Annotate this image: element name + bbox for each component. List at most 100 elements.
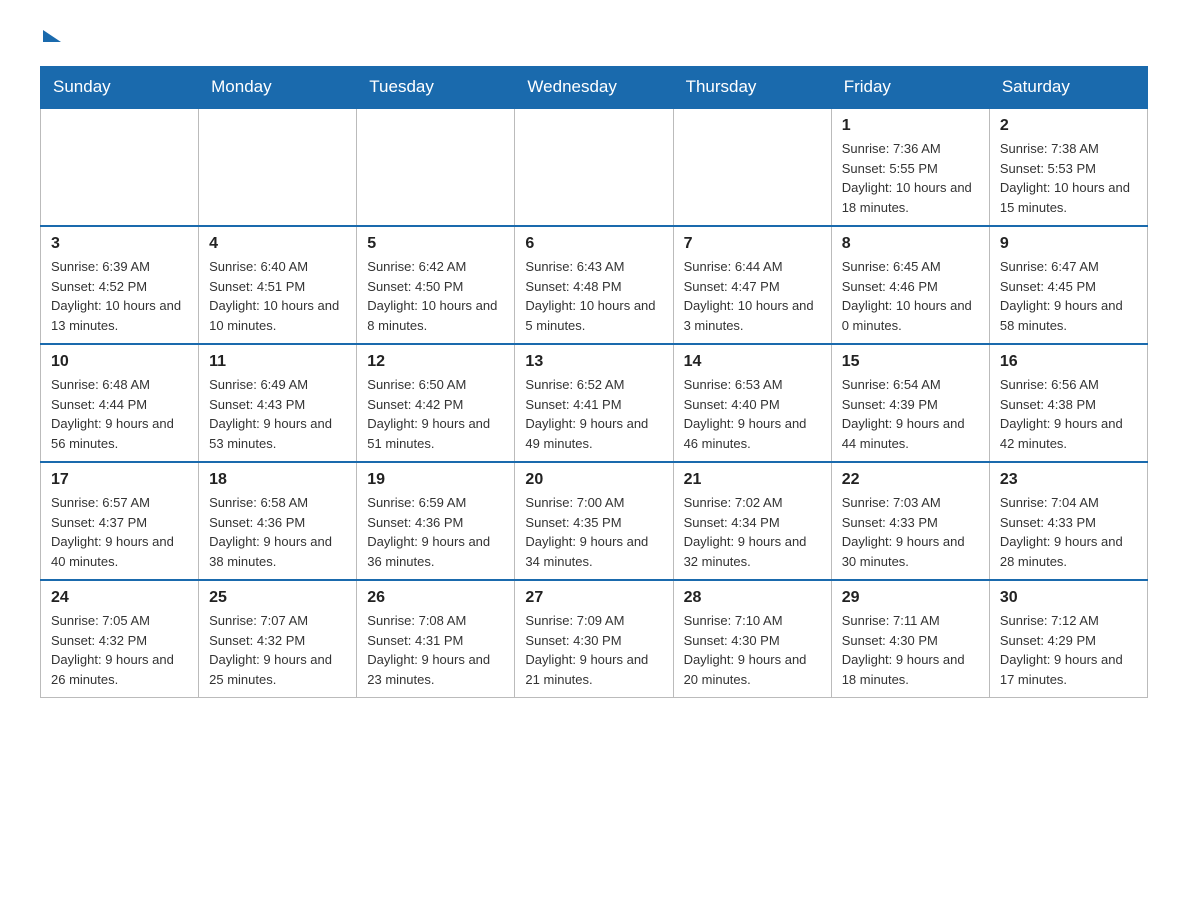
day-number: 19 [367, 471, 504, 489]
day-info: Sunrise: 6:57 AMSunset: 4:37 PMDaylight:… [51, 493, 188, 571]
calendar-header-thursday: Thursday [673, 67, 831, 109]
calendar-cell: 15Sunrise: 6:54 AMSunset: 4:39 PMDayligh… [831, 344, 989, 462]
day-info: Sunrise: 6:45 AMSunset: 4:46 PMDaylight:… [842, 257, 979, 335]
day-number: 2 [1000, 117, 1137, 135]
calendar-cell [515, 108, 673, 226]
day-info: Sunrise: 6:42 AMSunset: 4:50 PMDaylight:… [367, 257, 504, 335]
day-number: 11 [209, 353, 346, 371]
day-info: Sunrise: 6:49 AMSunset: 4:43 PMDaylight:… [209, 375, 346, 453]
calendar-cell: 24 Sunrise: 7:05 AMSunset: 4:32 PMDayligh… [41, 580, 199, 698]
logo-arrow-icon [43, 30, 61, 42]
day-info: Sunrise: 6:53 AMSunset: 4:40 PMDaylight:… [684, 375, 821, 453]
day-info: Sunrise: 6:52 AMSunset: 4:41 PMDaylight:… [525, 375, 662, 453]
day-info: Sunrise: 7:38 AMSunset: 5:53 PMDaylight:… [1000, 139, 1137, 217]
day-number: 21 [684, 471, 821, 489]
calendar-cell: 3 Sunrise: 6:39 AMSunset: 4:52 PMDaylight… [41, 226, 199, 344]
day-info: Sunrise: 6:56 AMSunset: 4:38 PMDaylight:… [1000, 375, 1137, 453]
day-number: 16 [1000, 353, 1137, 371]
day-number: 10 [51, 353, 188, 371]
day-number: 28 [684, 589, 821, 607]
calendar-cell: 23 Sunrise: 7:04 AMSunset: 4:33 PMDayligh… [989, 462, 1147, 580]
calendar-cell: 19 Sunrise: 6:59 AMSunset: 4:36 PMDayligh… [357, 462, 515, 580]
day-info: Sunrise: 7:36 AMSunset: 5:55 PMDaylight:… [842, 139, 979, 217]
day-info: Sunrise: 7:04 AMSunset: 4:33 PMDaylight:… [1000, 493, 1137, 571]
calendar-table: SundayMondayTuesdayWednesdayThursdayFrid… [40, 66, 1148, 698]
logo [40, 30, 61, 46]
day-info: Sunrise: 6:43 AMSunset: 4:48 PMDaylight:… [525, 257, 662, 335]
day-info: Sunrise: 6:50 AMSunset: 4:42 PMDaylight:… [367, 375, 504, 453]
calendar-cell: 9 Sunrise: 6:47 AMSunset: 4:45 PMDaylight… [989, 226, 1147, 344]
calendar-cell: 1 Sunrise: 7:36 AMSunset: 5:55 PMDaylight… [831, 108, 989, 226]
week-row-1: 1 Sunrise: 7:36 AMSunset: 5:55 PMDaylight… [41, 108, 1148, 226]
day-number: 24 [51, 589, 188, 607]
calendar-cell: 30 Sunrise: 7:12 AMSunset: 4:29 PMDayligh… [989, 580, 1147, 698]
day-number: 23 [1000, 471, 1137, 489]
calendar-cell: 11 Sunrise: 6:49 AMSunset: 4:43 PMDayligh… [199, 344, 357, 462]
calendar-cell [199, 108, 357, 226]
day-number: 6 [525, 235, 662, 253]
calendar-cell: 8 Sunrise: 6:45 AMSunset: 4:46 PMDaylight… [831, 226, 989, 344]
calendar-cell: 17Sunrise: 6:57 AMSunset: 4:37 PMDayligh… [41, 462, 199, 580]
calendar-cell: 26 Sunrise: 7:08 AMSunset: 4:31 PMDayligh… [357, 580, 515, 698]
day-info: Sunrise: 7:08 AMSunset: 4:31 PMDaylight:… [367, 611, 504, 689]
day-info: Sunrise: 7:12 AMSunset: 4:29 PMDaylight:… [1000, 611, 1137, 689]
calendar-cell: 28 Sunrise: 7:10 AMSunset: 4:30 PMDayligh… [673, 580, 831, 698]
day-info: Sunrise: 7:00 AMSunset: 4:35 PMDaylight:… [525, 493, 662, 571]
calendar-cell: 13 Sunrise: 6:52 AMSunset: 4:41 PMDayligh… [515, 344, 673, 462]
calendar-header-saturday: Saturday [989, 67, 1147, 109]
calendar-header-friday: Friday [831, 67, 989, 109]
day-info: Sunrise: 6:39 AMSunset: 4:52 PMDaylight:… [51, 257, 188, 335]
day-info: Sunrise: 6:58 AMSunset: 4:36 PMDaylight:… [209, 493, 346, 571]
day-number: 18 [209, 471, 346, 489]
header [40, 30, 1148, 46]
calendar-cell: 14 Sunrise: 6:53 AMSunset: 4:40 PMDayligh… [673, 344, 831, 462]
day-info: Sunrise: 7:11 AMSunset: 4:30 PMDaylight:… [842, 611, 979, 689]
day-number: 13 [525, 353, 662, 371]
day-number: 9 [1000, 235, 1137, 253]
week-row-4: 17Sunrise: 6:57 AMSunset: 4:37 PMDayligh… [41, 462, 1148, 580]
day-number: 1 [842, 117, 979, 135]
day-info: Sunrise: 6:54 AMSunset: 4:39 PMDaylight:… [842, 375, 979, 453]
day-number: 12 [367, 353, 504, 371]
calendar-header-row: SundayMondayTuesdayWednesdayThursdayFrid… [41, 67, 1148, 109]
calendar-cell [357, 108, 515, 226]
week-row-2: 3 Sunrise: 6:39 AMSunset: 4:52 PMDaylight… [41, 226, 1148, 344]
calendar-cell: 29 Sunrise: 7:11 AMSunset: 4:30 PMDayligh… [831, 580, 989, 698]
day-info: Sunrise: 6:59 AMSunset: 4:36 PMDaylight:… [367, 493, 504, 571]
calendar-cell: 18 Sunrise: 6:58 AMSunset: 4:36 PMDayligh… [199, 462, 357, 580]
day-number: 29 [842, 589, 979, 607]
calendar-cell: 25Sunrise: 7:07 AMSunset: 4:32 PMDayligh… [199, 580, 357, 698]
calendar-cell: 16 Sunrise: 6:56 AMSunset: 4:38 PMDayligh… [989, 344, 1147, 462]
calendar-cell: 12 Sunrise: 6:50 AMSunset: 4:42 PMDayligh… [357, 344, 515, 462]
day-number: 7 [684, 235, 821, 253]
week-row-5: 24 Sunrise: 7:05 AMSunset: 4:32 PMDayligh… [41, 580, 1148, 698]
day-info: Sunrise: 6:44 AMSunset: 4:47 PMDaylight:… [684, 257, 821, 335]
day-info: Sunrise: 6:40 AMSunset: 4:51 PMDaylight:… [209, 257, 346, 335]
calendar-header-sunday: Sunday [41, 67, 199, 109]
week-row-3: 10 Sunrise: 6:48 AMSunset: 4:44 PMDayligh… [41, 344, 1148, 462]
calendar-cell: 10 Sunrise: 6:48 AMSunset: 4:44 PMDayligh… [41, 344, 199, 462]
day-number: 27 [525, 589, 662, 607]
calendar-cell [673, 108, 831, 226]
day-number: 14 [684, 353, 821, 371]
calendar-cell: 4 Sunrise: 6:40 AMSunset: 4:51 PMDaylight… [199, 226, 357, 344]
calendar-cell: 2 Sunrise: 7:38 AMSunset: 5:53 PMDaylight… [989, 108, 1147, 226]
day-number: 4 [209, 235, 346, 253]
calendar-cell: 22 Sunrise: 7:03 AMSunset: 4:33 PMDayligh… [831, 462, 989, 580]
day-info: Sunrise: 7:10 AMSunset: 4:30 PMDaylight:… [684, 611, 821, 689]
day-info: Sunrise: 6:47 AMSunset: 4:45 PMDaylight:… [1000, 257, 1137, 335]
day-info: Sunrise: 7:05 AMSunset: 4:32 PMDaylight:… [51, 611, 188, 689]
calendar-cell: 21 Sunrise: 7:02 AMSunset: 4:34 PMDayligh… [673, 462, 831, 580]
calendar-header-tuesday: Tuesday [357, 67, 515, 109]
day-info: Sunrise: 7:03 AMSunset: 4:33 PMDaylight:… [842, 493, 979, 571]
day-number: 30 [1000, 589, 1137, 607]
day-number: 5 [367, 235, 504, 253]
day-number: 8 [842, 235, 979, 253]
calendar-cell: 20Sunrise: 7:00 AMSunset: 4:35 PMDayligh… [515, 462, 673, 580]
day-info: Sunrise: 7:02 AMSunset: 4:34 PMDaylight:… [684, 493, 821, 571]
day-info: Sunrise: 6:48 AMSunset: 4:44 PMDaylight:… [51, 375, 188, 453]
day-number: 26 [367, 589, 504, 607]
day-number: 22 [842, 471, 979, 489]
day-info: Sunrise: 7:07 AMSunset: 4:32 PMDaylight:… [209, 611, 346, 689]
day-number: 3 [51, 235, 188, 253]
